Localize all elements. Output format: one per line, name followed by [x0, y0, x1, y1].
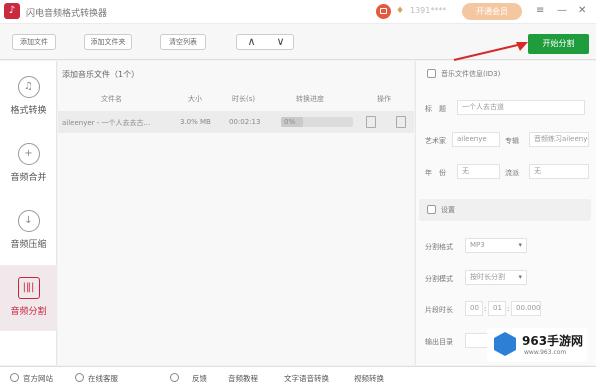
column-header-actions: 操作 [377, 95, 391, 103]
segment-seconds-field[interactable]: 00.000 [511, 301, 541, 316]
move-down-button[interactable]: ∨ [266, 35, 295, 49]
column-header-duration: 时长(s) [232, 95, 256, 103]
feedback-icon [170, 373, 179, 382]
video-convert-link[interactable]: 视频转换 [354, 373, 384, 384]
clear-list-button[interactable]: 清空列表 [160, 34, 206, 50]
column-header-name: 文件名 [101, 95, 122, 103]
sidebar-item-format-convert[interactable]: ♫ 格式转换 [0, 64, 57, 130]
folder-icon[interactable] [366, 116, 376, 128]
segment-minutes-field[interactable]: 01 [488, 301, 506, 316]
artist-field[interactable]: aileenye [452, 132, 500, 147]
close-icon[interactable]: ✕ [578, 5, 586, 17]
app-logo-icon: ♪ [4, 3, 20, 19]
feedback-link[interactable]: 反馈 [192, 373, 207, 384]
start-split-button[interactable]: 开始分割 [528, 34, 589, 54]
column-header-size: 大小 [188, 95, 202, 103]
globe-icon [10, 373, 19, 382]
watermark-name: 963手游网 [522, 334, 584, 348]
split-mode-value: 按时长分割 [470, 273, 505, 281]
tutorial-link[interactable]: 音频教程 [228, 373, 258, 384]
settings-checkbox[interactable] [427, 205, 436, 214]
audio-merge-icon: + [17, 143, 40, 165]
audio-split-icon: |‖| [17, 277, 40, 299]
sidebar-item-audio-split[interactable]: |‖| 音频分割 [0, 265, 57, 331]
year-label: 年 份 [425, 169, 446, 177]
delete-icon[interactable] [396, 116, 406, 128]
sidebar-item-label: 音频压缩 [10, 240, 47, 250]
id3-checkbox[interactable] [427, 69, 436, 78]
vip-button[interactable]: 开通会员 [462, 3, 522, 20]
sidebar-item-label: 格式转换 [10, 106, 47, 116]
genre-field[interactable]: 无 [529, 164, 589, 179]
settings-label: 设置 [441, 206, 455, 214]
sidebar-item-audio-merge[interactable]: + 音频合并 [0, 131, 57, 197]
album-label: 专辑 [505, 137, 519, 145]
website-link[interactable]: 官方网站 [23, 373, 53, 384]
tts-link[interactable]: 文字语音转换 [284, 373, 329, 384]
move-up-button[interactable]: ∧ [237, 35, 266, 49]
segment-hours-field[interactable]: 00 [465, 301, 483, 316]
move-buttons: ∧ ∨ [236, 34, 294, 50]
audio-compress-icon: ↓ [17, 210, 40, 232]
title-label: 标 题 [425, 105, 446, 113]
red-arrow-annotation [453, 42, 528, 61]
file-duration: 00:02:13 [229, 118, 261, 126]
progress-text: 0% [284, 118, 296, 126]
app-title: 闪电音频格式转换器 [26, 9, 108, 19]
watermark-url: www.963.com [524, 349, 567, 356]
user-avatar-icon[interactable] [376, 4, 391, 19]
format-convert-icon: ♫ [17, 76, 40, 98]
username[interactable]: 1391**** [410, 6, 446, 15]
sidebar-item-label: 音频合并 [10, 173, 47, 183]
time-separator: : [507, 305, 510, 313]
file-list-heading: 添加音乐文件（1个） [62, 70, 140, 79]
output-dir-label: 输出目录 [425, 338, 453, 346]
segment-duration-label: 片段时长 [425, 306, 453, 314]
split-format-value: MP3 [470, 241, 485, 249]
album-field[interactable]: 音频练习aileenye [529, 132, 589, 147]
file-list-panel [58, 61, 414, 365]
id3-label: 音乐文件信息(ID3) [441, 70, 501, 78]
sidebar-item-audio-compress[interactable]: ↓ 音频压缩 [0, 198, 57, 264]
sidebar-item-label: 音频分割 [10, 307, 47, 317]
add-folder-button[interactable]: 添加文件夹 [84, 34, 132, 50]
split-format-select[interactable]: MP3 ▾ [465, 238, 527, 253]
genre-label: 流派 [505, 169, 519, 177]
add-file-button[interactable]: 添加文件 [12, 34, 56, 50]
split-format-label: 分割格式 [425, 243, 453, 251]
column-header-progress: 转换进度 [296, 95, 324, 103]
file-size: 3.0% MB [180, 118, 211, 126]
artist-label: 艺术家 [425, 137, 446, 145]
menu-icon[interactable]: ≡ [536, 5, 544, 17]
year-field[interactable]: 无 [457, 164, 500, 179]
split-mode-select[interactable]: 按时长分割 ▾ [465, 270, 527, 285]
file-name: aileenyer - 一个人去去古... [62, 119, 151, 127]
time-separator: : [484, 305, 487, 313]
diamond-icon: ♦ [396, 6, 405, 16]
split-mode-label: 分割模式 [425, 275, 453, 283]
title-field[interactable]: 一个人去古道 [457, 100, 585, 115]
minimize-icon[interactable]: — [557, 5, 567, 17]
headset-icon [75, 373, 84, 382]
chevron-down-icon: ▾ [518, 273, 522, 281]
support-link[interactable]: 在线客服 [88, 373, 118, 384]
chevron-down-icon: ▾ [518, 241, 522, 249]
